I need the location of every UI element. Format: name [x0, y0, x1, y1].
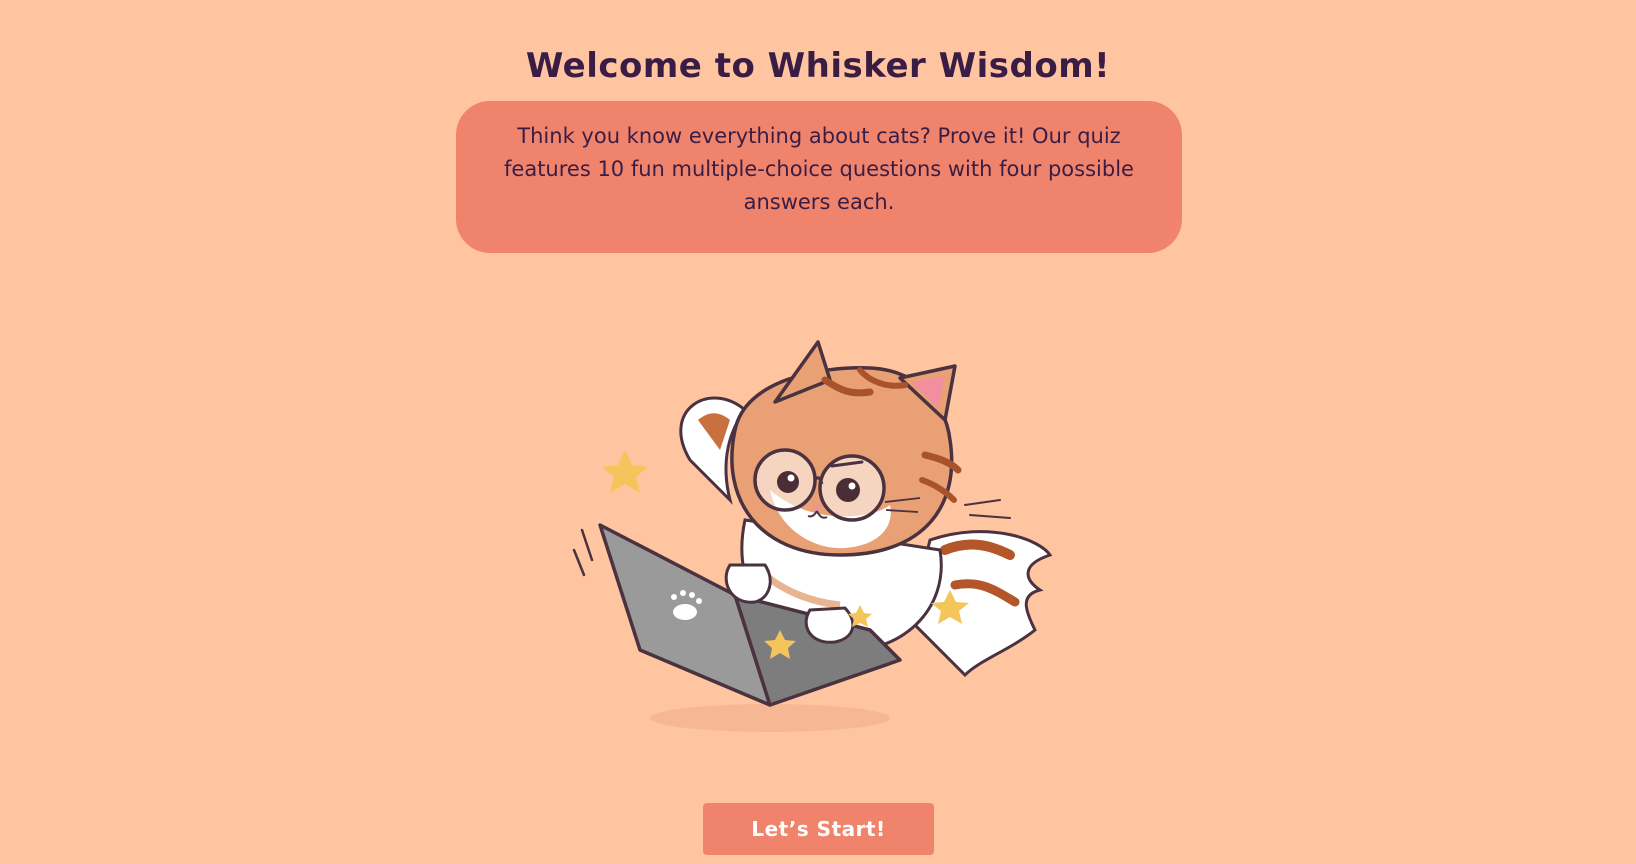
start-quiz-button[interactable]: Let’s Start!: [703, 803, 934, 855]
intro-text: Think you know everything about cats? Pr…: [504, 124, 1134, 214]
page-title: Welcome to Whisker Wisdom!: [525, 46, 1111, 86]
intro-card: Think you know everything about cats? Pr…: [456, 101, 1182, 253]
cat-laptop-illustration: [572, 340, 1053, 732]
